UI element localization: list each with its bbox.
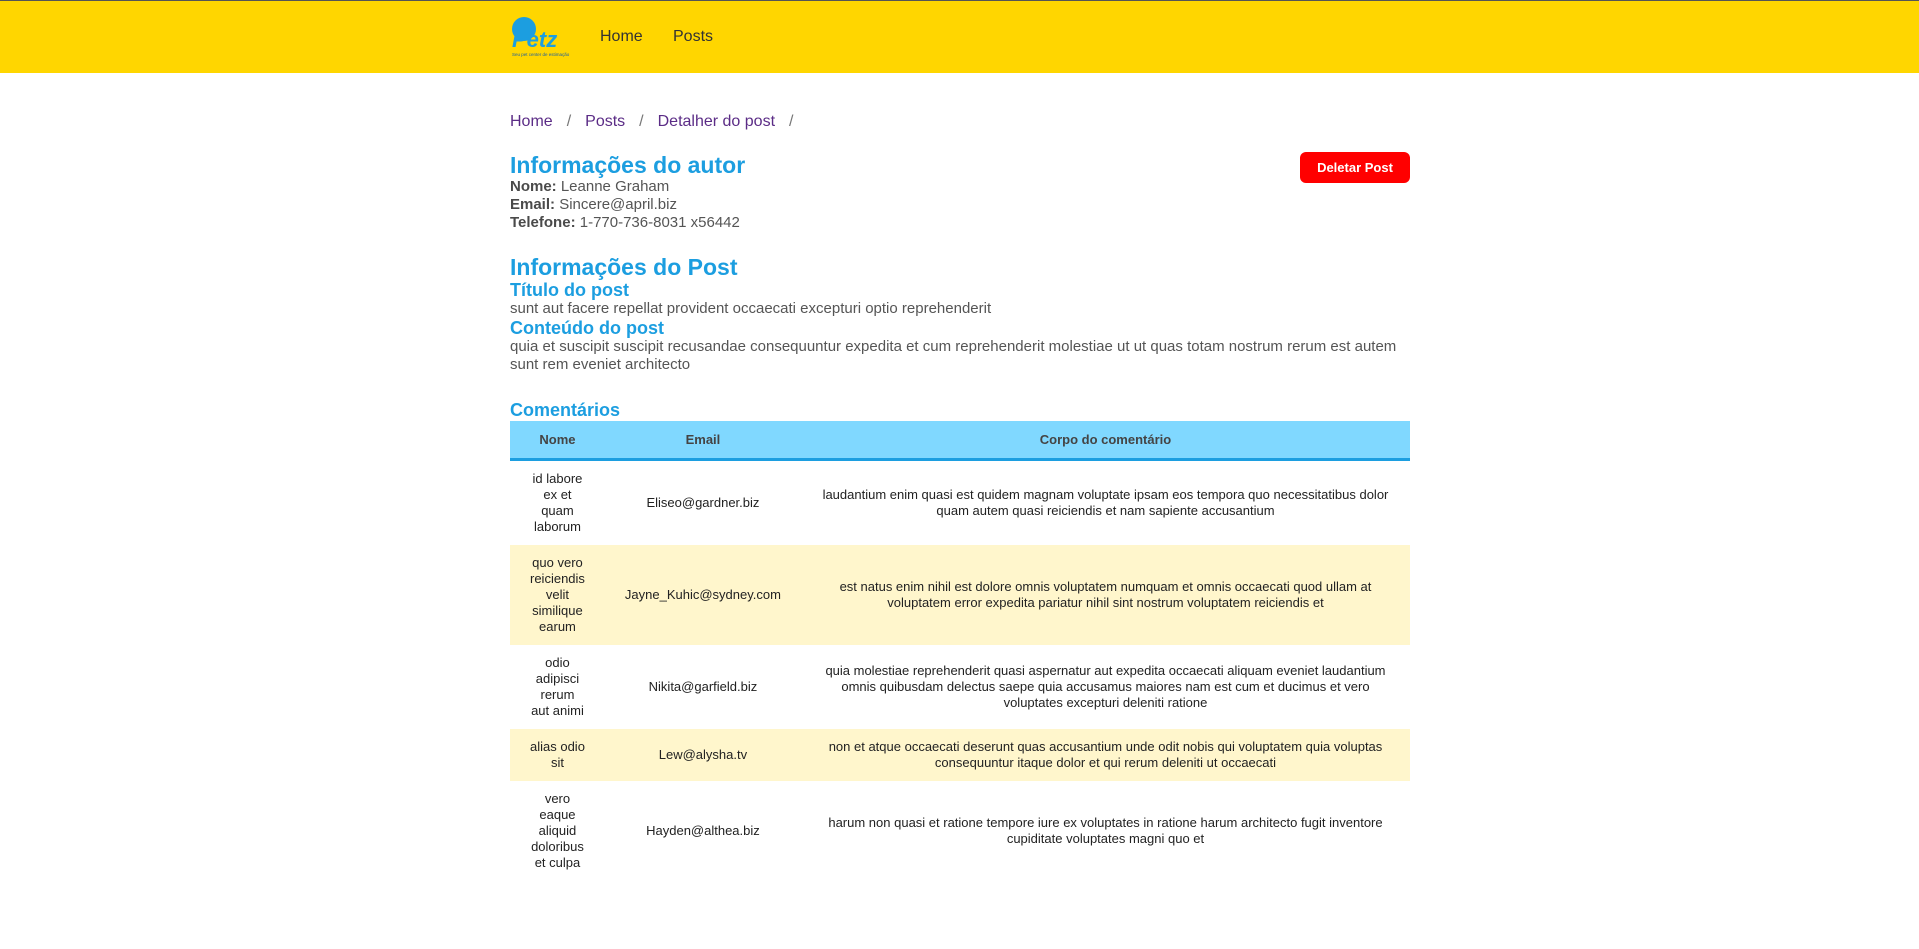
author-name: Leanne Graham — [560, 178, 670, 195]
delete-post-button[interactable]: Deletar Post — [1300, 152, 1410, 183]
breadcrumb-post-detail[interactable]: Detalher do post — [658, 112, 775, 132]
breadcrumb-separator: / — [789, 113, 794, 130]
comment-name: odio adipisci rerum aut animi — [510, 645, 605, 729]
post-title-heading: Título do post — [510, 280, 629, 300]
comment-body: non et atque occaecati deserunt quas acc… — [800, 729, 1410, 781]
comments-title: Comentários — [510, 400, 621, 420]
nav-posts-link[interactable]: Posts — [673, 27, 713, 47]
comment-body: laudantium enim quasi est quidem magnam … — [800, 459, 1410, 545]
comments-table: Nome Email Corpo do comentário id labore… — [510, 421, 1410, 881]
comment-body: harum non quasi et ratione tempore iure … — [800, 781, 1410, 881]
post-title: sunt aut facere repellat provident occae… — [510, 300, 992, 317]
table-row: id labore ex et quam laborum Eliseo@gard… — [510, 459, 1410, 545]
comment-name: alias odio sit — [510, 729, 605, 781]
author-name-row: Nome: Leanne Graham — [510, 178, 745, 196]
table-row: vero eaque aliquid doloribus et culpa Ha… — [510, 781, 1410, 881]
comment-email: Lew@alysha.tv — [604, 729, 801, 781]
author-phone-row: Telefone: 1-770-736-8031 x56442 — [510, 214, 745, 232]
comments-header-row: Nome Email Corpo do comentário — [510, 421, 1410, 461]
comment-body: quia molestiae reprehenderit quasi asper… — [800, 645, 1410, 729]
comment-email: Jayne_Kuhic@sydney.com — [604, 545, 801, 645]
post-content-heading: Conteúdo do post — [510, 318, 664, 338]
author-section-title: Informações do autor — [510, 152, 746, 178]
author-email-label: Email: — [510, 196, 556, 213]
author-phone: 1-770-736-8031 x56442 — [579, 214, 740, 231]
table-row: alias odio sit Lew@alysha.tv non et atqu… — [510, 729, 1410, 781]
author-info: Informações do autor Nome: Leanne Graham… — [510, 152, 745, 232]
table-row: odio adipisci rerum aut animi Nikita@gar… — [510, 645, 1410, 729]
breadcrumb-home[interactable]: Home — [510, 112, 553, 132]
breadcrumb-separator: / — [566, 113, 572, 130]
comment-name: id labore ex et quam laborum — [510, 459, 605, 545]
column-header-body: Corpo do comentário — [800, 421, 1410, 461]
breadcrumb: Home / Posts / Detalher do post / — [510, 112, 807, 132]
comment-name: vero eaque aliquid doloribus et culpa — [510, 781, 605, 881]
petz-logo[interactable]: Petz Seu pet center de estimação — [510, 15, 572, 59]
comment-body: est natus enim nihil est dolore omnis vo… — [800, 545, 1410, 645]
top-navbar: Petz Seu pet center de estimação Home Po… — [0, 0, 1919, 73]
svg-text:Seu pet center de estimação: Seu pet center de estimação — [512, 52, 570, 57]
nav-home-link[interactable]: Home — [600, 27, 643, 47]
column-header-name: Nome — [510, 421, 605, 461]
comment-name: quo vero reiciendis velit similique earu… — [510, 545, 605, 645]
breadcrumb-separator: / — [639, 113, 644, 130]
post-content: quia et suscipit suscipit recusandae con… — [510, 338, 1397, 373]
comment-email: Nikita@garfield.biz — [604, 645, 801, 729]
post-section-title: Informações do Post — [510, 254, 738, 280]
author-phone-label: Telefone: — [510, 214, 576, 231]
svg-text:Petz: Petz — [512, 27, 557, 52]
comment-email: Eliseo@gardner.biz — [604, 459, 801, 545]
author-email: Sincere@april.biz — [559, 196, 677, 213]
table-row: quo vero reiciendis velit similique earu… — [510, 545, 1410, 645]
author-name-label: Nome: — [510, 178, 557, 195]
column-header-email: Email — [604, 421, 801, 461]
breadcrumb-posts[interactable]: Posts — [585, 112, 625, 132]
author-email-row: Email: Sincere@april.biz — [510, 196, 745, 214]
comment-email: Hayden@althea.biz — [604, 781, 801, 881]
post-info: Informações do Post Título do post sunt … — [510, 254, 1410, 374]
